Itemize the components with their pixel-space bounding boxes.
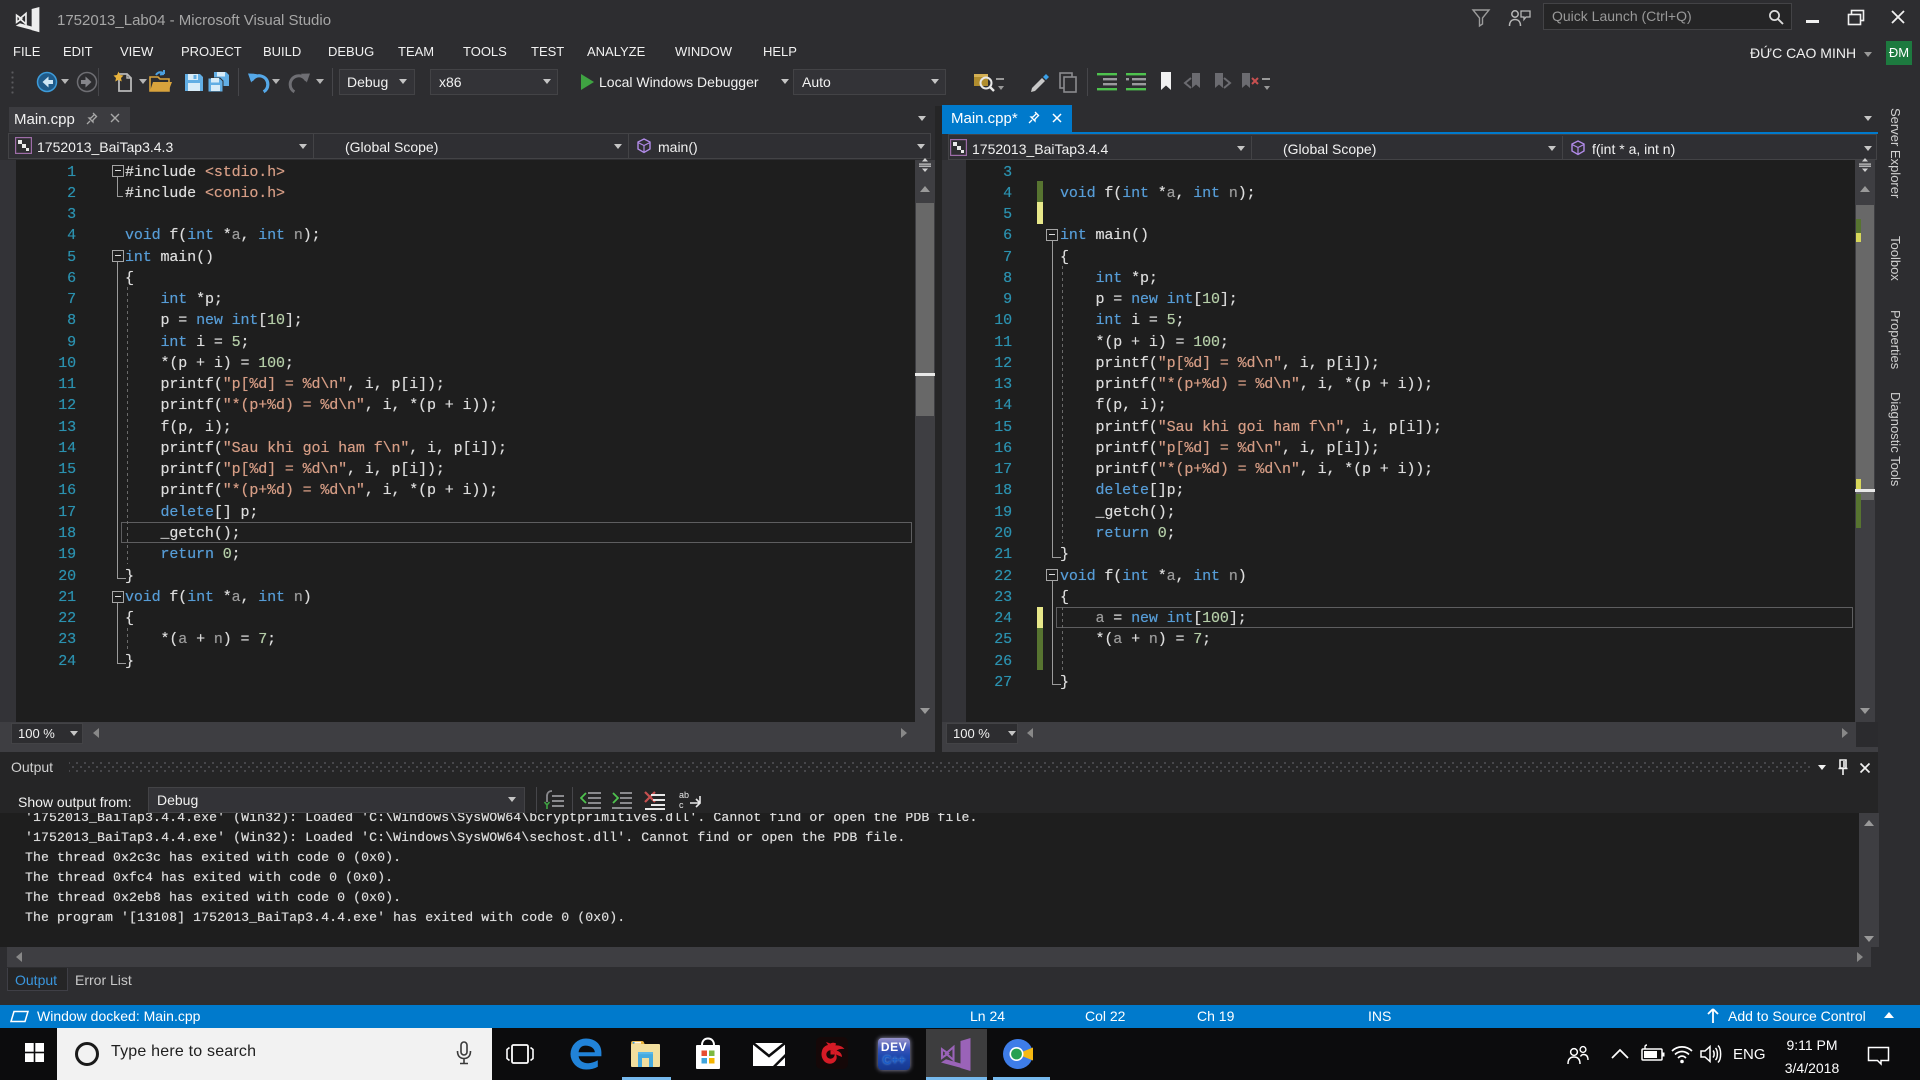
svg-text:c: c bbox=[679, 800, 684, 810]
svg-text:ab: ab bbox=[679, 790, 689, 800]
